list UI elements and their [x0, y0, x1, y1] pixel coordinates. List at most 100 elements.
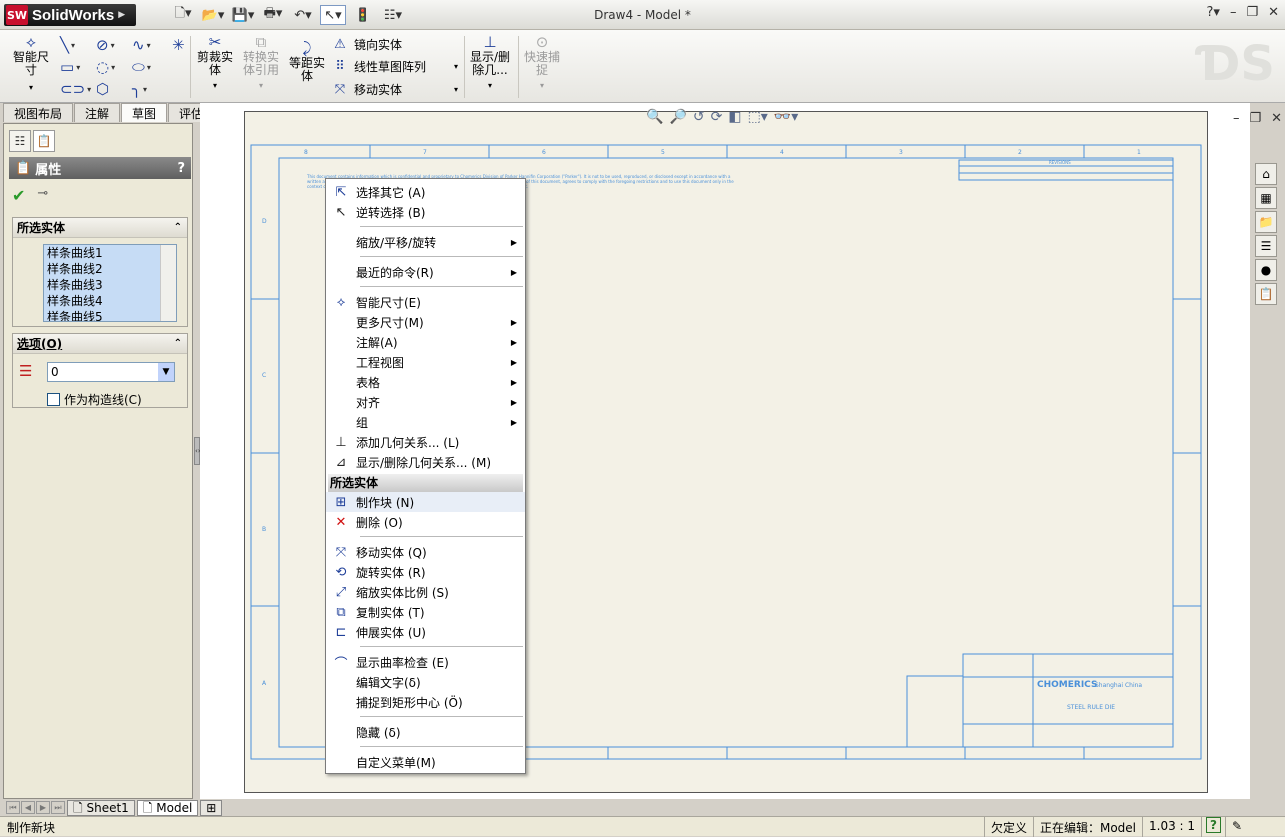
sheet-tab-sheet1[interactable]: 🗋 Sheet1 — [67, 799, 135, 816]
menu-item-curvature-check[interactable]: ⌒ 显示曲率检查 (E) — [326, 652, 525, 672]
smart-dimension-button[interactable]: ⟡ 智能尺寸 ▾ — [8, 35, 54, 94]
list-item[interactable]: 样条曲线4 — [44, 293, 176, 309]
selected-entities-list[interactable]: 样条曲线1 样条曲线2 样条曲线3 样条曲线4 样条曲线5 — [43, 244, 177, 322]
linear-pattern-button[interactable]: ⠿ 线性草图阵列 ▾ — [332, 58, 458, 75]
offset-entities-button[interactable]: ⤸ 等距实体 — [286, 41, 328, 83]
property-manager-tab-icon[interactable]: 📋 — [33, 130, 55, 152]
menu-item-edit-text[interactable]: 编辑文字(δ) — [326, 672, 525, 692]
menu-item-delete[interactable]: ✕ 删除 (O) — [326, 512, 525, 532]
menu-item-drawing-views[interactable]: 工程视图 ▶ — [326, 352, 525, 372]
menu-item-smart-dimension[interactable]: ⟡ 智能尺寸(E) — [326, 292, 525, 312]
line-icon[interactable]: ╲ ▾ — [60, 36, 75, 54]
view-palette-icon[interactable]: ☰ — [1255, 235, 1277, 257]
doc-close-button[interactable]: ✕ — [1271, 111, 1282, 126]
convert-entities-button[interactable]: ⧉ 转换实体引用 ▾ — [240, 35, 282, 92]
menu-item-zoom-pan-rotate[interactable]: 缩放/平移/旋转 ▶ — [326, 232, 525, 252]
menu-item-copy-entities[interactable]: ⧉ 复制实体 (T) — [326, 602, 525, 622]
ellipse-icon[interactable]: ⬭ ▾ — [132, 58, 151, 76]
list-scrollbar[interactable] — [160, 245, 176, 321]
status-help-icon[interactable]: ? — [1201, 817, 1225, 837]
arc-icon[interactable]: ◌ ▾ — [96, 58, 115, 76]
collapse-icon[interactable]: ⌃ — [174, 222, 182, 233]
sheet-tab-model[interactable]: 🗋 Model — [136, 799, 199, 816]
slot-icon[interactable]: ⊂⊃ ▾ — [60, 80, 91, 98]
new-document-icon[interactable]: 🗋▾ — [170, 5, 196, 25]
last-sheet-icon[interactable]: ⏭ — [51, 801, 65, 814]
tab-view-layout[interactable]: 视图布局 — [3, 103, 74, 122]
appearances-icon[interactable]: ● — [1255, 259, 1277, 281]
quick-snaps-button[interactable]: ⊙ 快速捕捉 ▾ — [522, 35, 562, 92]
options-header[interactable]: 选项(O) ⌃ — [13, 334, 187, 354]
menu-item-stretch-entities[interactable]: ⊏ 伸展实体 (U) — [326, 622, 525, 642]
zoom-area-icon[interactable]: 🔎 — [669, 109, 686, 125]
spline-icon[interactable]: ∿ ▾ — [132, 36, 151, 54]
menu-item-rotate-entities[interactable]: ⟲ 旋转实体 (R) — [326, 562, 525, 582]
menu-item-snap-rect-center[interactable]: 捕捉到矩形中心 (Ö) — [326, 692, 525, 712]
construction-checkbox[interactable]: 作为构造线(C) — [47, 391, 142, 408]
menu-item-align[interactable]: 对齐 ▶ — [326, 392, 525, 412]
menu-item-select-other[interactable]: ⇱ 选择其它 (A) — [326, 182, 525, 202]
circle-icon[interactable]: ⊘ ▾ — [96, 36, 115, 54]
selected-entities-header[interactable]: 所选实体 ⌃ — [13, 218, 187, 238]
collapse-icon[interactable]: ⌃ — [174, 338, 182, 349]
menu-item-scale-entities[interactable]: ⤢ 缩放实体比例 (S) — [326, 582, 525, 602]
home-icon[interactable]: ⌂ — [1255, 163, 1277, 185]
close-button[interactable]: ✕ — [1268, 5, 1279, 20]
rebuild-view-icon[interactable]: ⟳ — [711, 109, 723, 125]
trim-button[interactable]: ✂ 剪裁实体 ▾ — [194, 35, 236, 92]
display-style-icon[interactable]: ◧ — [728, 109, 741, 125]
display-delete-relations-button[interactable]: ⊥ 显示/删除几... ▾ — [468, 35, 512, 92]
list-item[interactable]: 样条曲线1 — [44, 245, 176, 261]
ok-check-icon[interactable]: ✔ — [12, 186, 25, 205]
view-orientation-icon[interactable]: ⬚▾ — [748, 109, 768, 125]
fillet-icon[interactable]: ╮ ▾ — [132, 80, 147, 98]
feature-tree-tab-icon[interactable]: ☷ — [9, 130, 31, 152]
first-sheet-icon[interactable]: ⏮ — [6, 801, 20, 814]
menu-item-hide[interactable]: 隐藏 (δ) — [326, 722, 525, 742]
checkbox-box[interactable] — [47, 393, 60, 406]
options-icon[interactable]: ☷▾ — [380, 5, 406, 25]
save-icon[interactable]: 💾▾ — [230, 5, 256, 25]
menu-item-recent-commands[interactable]: 最近的命令(R) ▶ — [326, 262, 525, 282]
pushpin-icon[interactable]: ⊸ — [37, 186, 48, 205]
solidworks-menu-button[interactable]: SW SolidWorks ▶ — [4, 4, 136, 26]
select-pointer-icon[interactable]: ↖▾ — [320, 5, 346, 25]
polygon-icon[interactable]: ⬡ — [96, 80, 109, 98]
next-sheet-icon[interactable]: ▶ — [36, 801, 50, 814]
tab-annotation[interactable]: 注解 — [74, 103, 121, 122]
rebuild-icon[interactable]: 🚦 — [350, 5, 376, 25]
tab-sketch[interactable]: 草图 — [121, 103, 168, 122]
doc-restore-button[interactable]: ❐ — [1249, 111, 1261, 126]
move-entities-button[interactable]: ⤧ 移动实体 ▾ — [332, 81, 458, 98]
chevron-down-icon[interactable]: ▼ — [158, 363, 174, 381]
previous-view-icon[interactable]: ↺ — [693, 109, 705, 125]
mirror-entities-button[interactable]: ⚠ 镜向实体 — [332, 36, 402, 53]
open-icon[interactable]: 📂▾ — [200, 5, 226, 25]
file-explorer-icon[interactable]: 📁 — [1255, 211, 1277, 233]
prev-sheet-icon[interactable]: ◀ — [21, 801, 35, 814]
list-item[interactable]: 样条曲线3 — [44, 277, 176, 293]
menu-item-tables[interactable]: 表格 ▶ — [326, 372, 525, 392]
zoom-to-fit-icon[interactable]: 🔍 — [646, 109, 663, 125]
menu-item-add-relation[interactable]: ⊥ 添加几何关系... (L) — [326, 432, 525, 452]
list-item[interactable]: 样条曲线5 — [44, 309, 176, 321]
layer-select[interactable]: 0 ▼ — [47, 362, 175, 382]
menu-item-annotations[interactable]: 注解(A) ▶ — [326, 332, 525, 352]
point-icon[interactable]: ✳ — [172, 36, 185, 54]
menu-item-move-entities[interactable]: ⤧ 移动实体 (Q) — [326, 542, 525, 562]
custom-properties-icon[interactable]: 📋 — [1255, 283, 1277, 305]
add-sheet-icon[interactable]: ⊞ — [200, 799, 223, 816]
help-button[interactable]: ? — [177, 161, 185, 176]
menu-item-display-delete-relations[interactable]: ⊿ 显示/删除几何关系... (M) — [326, 452, 525, 472]
menu-item-customize-menu[interactable]: 自定义菜单(M) — [326, 752, 525, 772]
list-item[interactable]: 样条曲线2 — [44, 261, 176, 277]
design-library-icon[interactable]: ▦ — [1255, 187, 1277, 209]
minimize-button[interactable]: – — [1230, 5, 1237, 20]
menu-item-group[interactable]: 组 ▶ — [326, 412, 525, 432]
rectangle-icon[interactable]: ▭ ▾ — [60, 58, 80, 76]
hide-show-icon[interactable]: 👓▾ — [774, 109, 798, 125]
menu-item-invert-selection[interactable]: ↖ 逆转选择 (B) — [326, 202, 525, 222]
print-icon[interactable]: 🖶▾ — [260, 5, 286, 25]
menu-item-more-dimensions[interactable]: 更多尺寸(M) ▶ — [326, 312, 525, 332]
menu-item-make-block[interactable]: ⊞ 制作块 (N) — [326, 492, 525, 512]
